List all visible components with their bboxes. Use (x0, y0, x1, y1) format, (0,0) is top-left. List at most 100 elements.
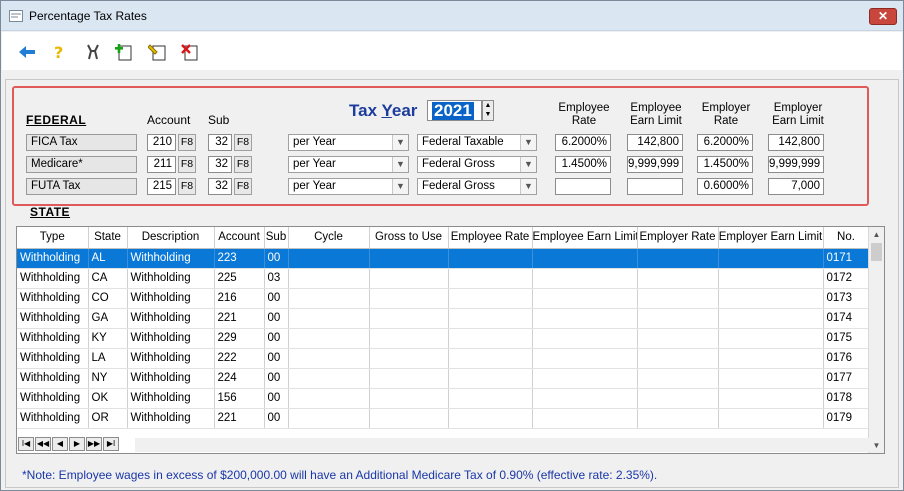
back-arrow-icon[interactable] (16, 41, 38, 63)
cell-no[interactable]: 0176 (823, 348, 870, 369)
cell-gross-to-use[interactable] (369, 388, 449, 409)
cell-account[interactable]: 221 (214, 408, 265, 429)
cell-state[interactable]: KY (88, 328, 128, 349)
cell-gross-to-use[interactable] (369, 328, 449, 349)
table-row[interactable]: Withholding OK Withholding 156 00 0178 (17, 388, 870, 409)
cell-state[interactable]: OR (88, 408, 128, 429)
cell-employer-earn-limit[interactable] (718, 288, 824, 309)
cell-type[interactable]: Withholding (17, 308, 89, 329)
cell-employer-rate[interactable] (637, 248, 719, 269)
cell-account[interactable]: 223 (214, 248, 265, 269)
cell-employer-rate[interactable] (637, 288, 719, 309)
col-header-gross-to-use[interactable]: Gross to Use (369, 227, 449, 249)
cell-gross-to-use[interactable] (369, 288, 449, 309)
cell-employer-rate[interactable] (637, 348, 719, 369)
cell-account[interactable]: 216 (214, 288, 265, 309)
cell-cycle[interactable] (288, 328, 370, 349)
help-icon[interactable]: ? (48, 41, 70, 63)
cell-account[interactable]: 221 (214, 308, 265, 329)
cell-type[interactable]: Withholding (17, 268, 89, 289)
cell-sub[interactable]: 03 (264, 268, 289, 289)
medicare-account-f8-button[interactable]: F8 (178, 156, 196, 173)
table-row[interactable]: Withholding LA Withholding 222 00 0176 (17, 348, 870, 369)
chevron-down-icon[interactable]: ▼ (392, 157, 408, 172)
cell-description[interactable]: Withholding (127, 288, 215, 309)
chevron-down-icon[interactable]: ▼ (392, 135, 408, 150)
cell-account[interactable]: 225 (214, 268, 265, 289)
cell-employer-rate[interactable] (637, 328, 719, 349)
cell-state[interactable]: AL (88, 248, 128, 269)
fica-employee-earn-limit-field[interactable]: 142,800 (627, 134, 683, 151)
table-row[interactable]: Withholding CO Withholding 216 00 0173 (17, 288, 870, 309)
cell-no[interactable]: 0173 (823, 288, 870, 309)
close-button[interactable]: ✕ (869, 8, 897, 25)
cell-description[interactable]: Withholding (127, 368, 215, 389)
cell-type[interactable]: Withholding (17, 368, 89, 389)
cell-cycle[interactable] (288, 288, 370, 309)
cell-account[interactable]: 156 (214, 388, 265, 409)
cell-employee-earn-limit[interactable] (532, 248, 638, 269)
cell-type[interactable]: Withholding (17, 408, 89, 429)
horizontal-scrollbar[interactable] (135, 438, 869, 452)
medicare-sub-field[interactable]: 32 (208, 156, 232, 173)
tax-year-spinner[interactable]: ▲ ▼ (482, 100, 494, 121)
cell-no[interactable]: 0175 (823, 328, 870, 349)
table-row[interactable]: Withholding NY Withholding 224 00 0177 (17, 368, 870, 389)
cell-sub[interactable]: 00 (264, 328, 289, 349)
cell-employee-earn-limit[interactable] (532, 328, 638, 349)
col-header-cycle[interactable]: Cycle (288, 227, 370, 249)
cell-employer-rate[interactable] (637, 388, 719, 409)
cell-employee-rate[interactable] (448, 328, 533, 349)
cell-sub[interactable]: 00 (264, 388, 289, 409)
futa-employee-rate-field[interactable] (555, 178, 611, 195)
chevron-down-icon[interactable]: ▼ (520, 179, 536, 194)
cell-description[interactable]: Withholding (127, 388, 215, 409)
fica-account-field[interactable]: 210 (147, 134, 176, 151)
first-record-icon[interactable]: I◀ (18, 437, 34, 451)
add-record-icon[interactable] (113, 41, 135, 63)
futa-employer-earn-limit-field[interactable]: 7,000 (768, 178, 824, 195)
fica-gross-select[interactable]: Federal Taxable ▼ (417, 134, 537, 151)
cell-description[interactable]: Withholding (127, 308, 215, 329)
cell-employer-earn-limit[interactable] (718, 268, 824, 289)
fica-cycle-select[interactable]: per Year ▼ (288, 134, 409, 151)
medicare-account-field[interactable]: 211 (147, 156, 176, 173)
cell-state[interactable]: CA (88, 268, 128, 289)
next-page-icon[interactable]: ▶▶ (86, 437, 102, 451)
cell-sub[interactable]: 00 (264, 248, 289, 269)
cell-employee-rate[interactable] (448, 368, 533, 389)
medicare-employee-earn-limit-field[interactable]: 9,999,999 (627, 156, 683, 173)
cell-employee-earn-limit[interactable] (532, 348, 638, 369)
cell-employer-earn-limit[interactable] (718, 388, 824, 409)
cell-employer-rate[interactable] (637, 268, 719, 289)
scroll-up-icon[interactable]: ▲ (869, 227, 884, 242)
col-header-state[interactable]: State (88, 227, 128, 249)
cell-employee-rate[interactable] (448, 288, 533, 309)
cell-state[interactable]: OK (88, 388, 128, 409)
cell-sub[interactable]: 00 (264, 288, 289, 309)
tools-icon[interactable] (82, 41, 104, 63)
cell-description[interactable]: Withholding (127, 328, 215, 349)
cell-employee-earn-limit[interactable] (532, 268, 638, 289)
cell-gross-to-use[interactable] (369, 408, 449, 429)
futa-gross-select[interactable]: Federal Gross ▼ (417, 178, 537, 195)
table-row[interactable]: Withholding OR Withholding 221 00 0179 (17, 408, 870, 429)
cell-cycle[interactable] (288, 368, 370, 389)
cell-sub[interactable]: 00 (264, 368, 289, 389)
fica-employer-earn-limit-field[interactable]: 142,800 (768, 134, 824, 151)
cell-cycle[interactable] (288, 308, 370, 329)
cell-no[interactable]: 0174 (823, 308, 870, 329)
prev-page-icon[interactable]: ◀◀ (35, 437, 51, 451)
cell-description[interactable]: Withholding (127, 348, 215, 369)
fica-sub-field[interactable]: 32 (208, 134, 232, 151)
scroll-down-icon[interactable]: ▼ (869, 438, 884, 453)
table-row[interactable]: Withholding AL Withholding 223 00 0171 (17, 248, 870, 269)
medicare-cycle-select[interactable]: per Year ▼ (288, 156, 409, 173)
chevron-down-icon[interactable]: ▼ (392, 179, 408, 194)
fica-sub-f8-button[interactable]: F8 (234, 134, 252, 151)
cell-gross-to-use[interactable] (369, 368, 449, 389)
cell-type[interactable]: Withholding (17, 348, 89, 369)
cell-employer-earn-limit[interactable] (718, 368, 824, 389)
col-header-employee-rate[interactable]: Employee Rate (448, 227, 533, 249)
cell-sub[interactable]: 00 (264, 308, 289, 329)
